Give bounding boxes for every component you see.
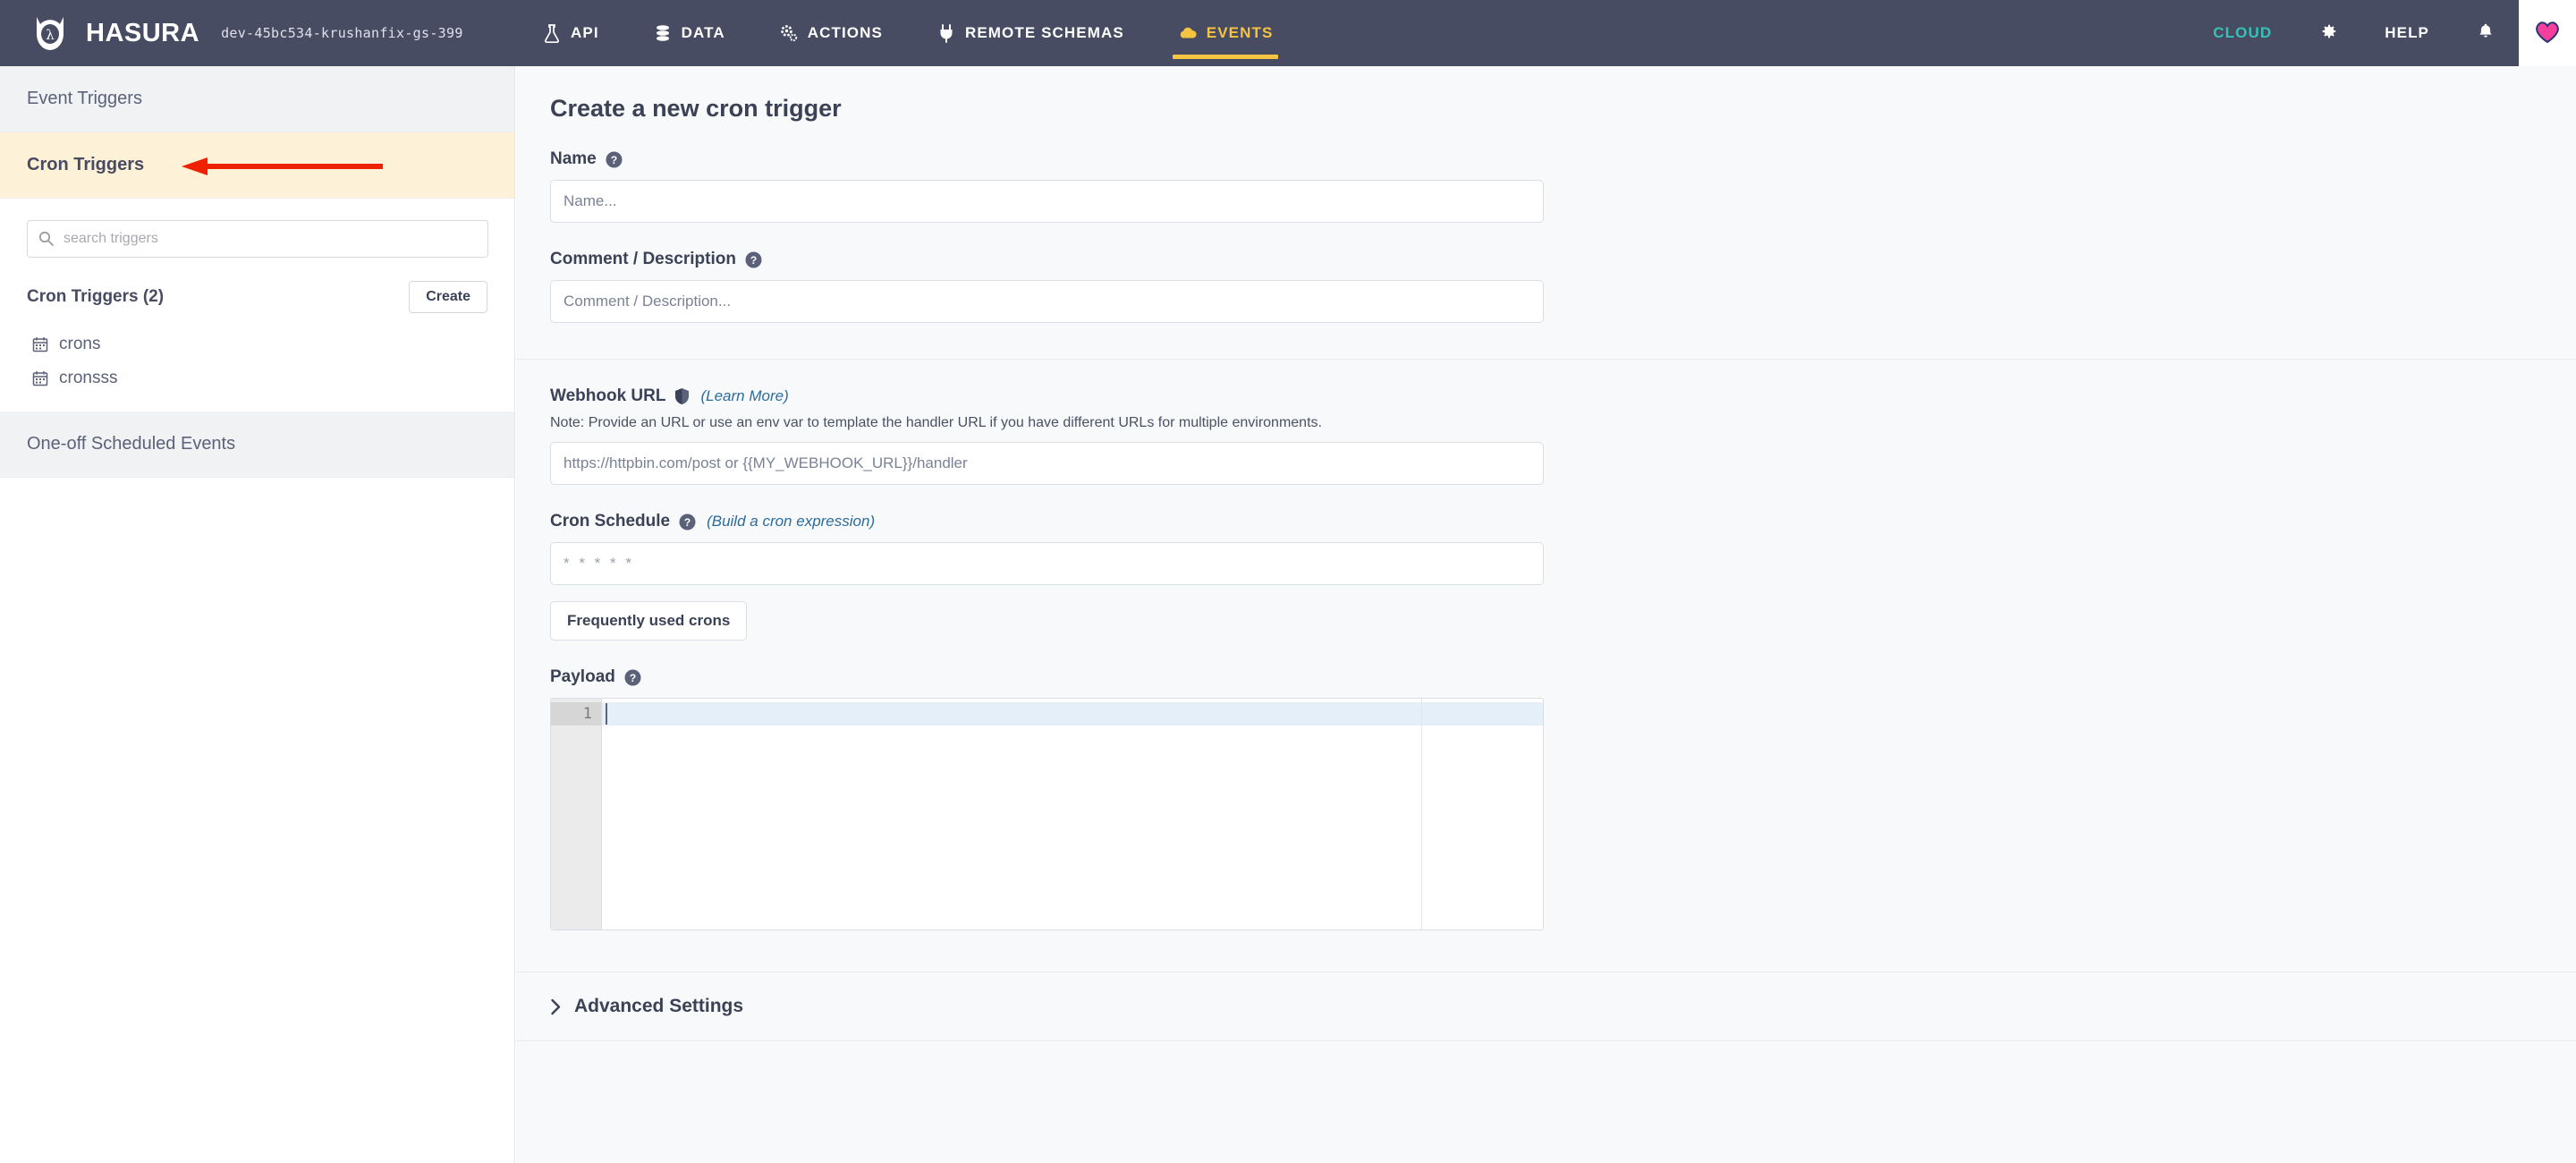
top-navigation-bar: λ HASURA dev-45bc534-krushanfix-gs-399 A… [0, 0, 2576, 66]
svg-text:?: ? [750, 254, 757, 267]
flask-icon [542, 23, 562, 44]
tab-remote-schemas[interactable]: REMOTE SCHEMAS [910, 0, 1151, 66]
payload-code-editor[interactable]: 1 [550, 698, 1544, 930]
tab-data-label: DATA [681, 24, 725, 41]
gears-icon [779, 23, 799, 43]
cron-trigger-form: Name ? Comment / Description ? [516, 123, 2576, 930]
tab-api[interactable]: API [515, 0, 626, 66]
editor-active-line [602, 702, 1543, 726]
right-nav-group: CLOUD HELP [2190, 0, 2576, 66]
bell-icon [2476, 21, 2496, 46]
name-label: Name [550, 149, 597, 168]
chevron-right-icon [550, 998, 562, 1015]
payload-field-group: Payload ? 1 [550, 641, 2576, 930]
svg-text:?: ? [630, 672, 636, 684]
hasura-logo-icon: λ [30, 13, 70, 53]
tab-remote-schemas-label: REMOTE SCHEMAS [964, 24, 1124, 41]
webhook-label: Webhook URL [550, 386, 666, 405]
events-sidebar: Event Triggers Cron Triggers Cron Trigge… [0, 66, 515, 1163]
calendar-icon [32, 336, 48, 352]
sidebar-item-one-off-scheduled-events[interactable]: One-off Scheduled Events [0, 412, 514, 478]
sidebar-item-event-triggers[interactable]: Event Triggers [0, 66, 514, 132]
cloud-link[interactable]: CLOUD [2190, 0, 2295, 66]
shield-icon[interactable] [674, 387, 690, 405]
cron-triggers-list: crons cronsss [27, 327, 487, 395]
calendar-icon [32, 370, 48, 386]
cron-schedule-label: Cron Schedule [550, 512, 671, 531]
heart-avatar-icon [2533, 18, 2562, 49]
question-circle-icon[interactable]: ? [606, 151, 623, 168]
webhook-note: Note: Provide an URL or use an env var t… [550, 415, 1322, 430]
search-triggers-input[interactable] [27, 220, 488, 258]
avatar[interactable] [2519, 0, 2576, 66]
svg-text:?: ? [611, 154, 617, 166]
name-input[interactable] [550, 180, 1544, 223]
search-triggers-wrap [27, 220, 488, 258]
plug-icon [936, 23, 956, 43]
list-item[interactable]: cronsss [27, 361, 487, 395]
tab-actions[interactable]: ACTIONS [752, 0, 910, 66]
advanced-settings-label: Advanced Settings [574, 996, 744, 1016]
editor-caret [606, 703, 607, 725]
cron-triggers-list-header: Cron Triggers (2) Create [27, 281, 487, 313]
settings-button[interactable] [2295, 0, 2361, 66]
question-circle-icon[interactable]: ? [624, 669, 641, 686]
tab-actions-label: ACTIONS [807, 24, 883, 41]
tab-data[interactable]: DATA [626, 0, 752, 66]
list-item[interactable]: crons [27, 327, 487, 361]
svg-text:λ: λ [46, 27, 55, 43]
comment-label-row: Comment / Description ? [550, 250, 2576, 269]
tab-api-label: API [571, 24, 599, 41]
help-link[interactable]: HELP [2361, 0, 2453, 66]
section-divider [516, 1040, 2576, 1041]
list-item-label: crons [59, 335, 101, 353]
question-circle-icon[interactable]: ? [745, 251, 762, 268]
webhook-learn-more-link[interactable]: (Learn More) [700, 387, 788, 405]
main-nav-tabs: API DATA ACTIONS REMOTE SCHEMAS EVENTS [515, 0, 2190, 66]
cron-schedule-field-group: Cron Schedule ? (Build a cron expression… [550, 485, 2576, 641]
cron-triggers-panel: Cron Triggers (2) Create [0, 199, 514, 412]
sidebar-item-cron-triggers-label: Cron Triggers [27, 155, 145, 174]
name-field-group: Name ? [550, 123, 2576, 223]
editor-print-margin [1421, 699, 1422, 930]
sidebar-item-event-triggers-label: Event Triggers [27, 89, 142, 108]
editor-gutter: 1 [551, 699, 602, 930]
svg-text:?: ? [684, 516, 691, 529]
brand-name: HASURA [86, 18, 200, 47]
editor-code-area[interactable] [602, 699, 1543, 930]
list-item-label: cronsss [59, 369, 118, 387]
name-label-row: Name ? [550, 149, 2576, 169]
create-button[interactable]: Create [409, 281, 487, 313]
notifications-button[interactable] [2453, 0, 2519, 66]
page-title: Create a new cron trigger [550, 95, 842, 122]
cron-schedule-label-row: Cron Schedule ? (Build a cron expression… [550, 512, 2576, 531]
comment-input[interactable] [550, 280, 1544, 323]
cron-triggers-count-label: Cron Triggers (2) [27, 287, 165, 306]
comment-label: Comment / Description [550, 250, 736, 268]
sidebar-item-one-off-scheduled-events-label: One-off Scheduled Events [27, 434, 236, 454]
advanced-settings-section: Advanced Settings [516, 972, 2576, 1041]
comment-field-group: Comment / Description ? [550, 223, 2576, 323]
payload-label-row: Payload ? [550, 667, 2576, 687]
sidebar-item-cron-triggers[interactable]: Cron Triggers [0, 132, 514, 199]
cloud-icon [1178, 23, 1198, 43]
gear-icon [2318, 21, 2338, 46]
question-circle-icon[interactable]: ? [679, 514, 696, 531]
main-content: Create a new cron trigger Name ? Comment… [516, 66, 2576, 1163]
webhook-label-row: Webhook URL (Learn More) [550, 386, 2576, 406]
webhook-url-input[interactable] [550, 442, 1544, 485]
database-icon [653, 23, 673, 43]
brand-area[interactable]: λ HASURA dev-45bc534-krushanfix-gs-399 [0, 0, 515, 66]
cron-schedule-input[interactable] [550, 542, 1544, 585]
frequently-used-crons-button[interactable]: Frequently used crons [550, 601, 748, 641]
project-id-label: dev-45bc534-krushanfix-gs-399 [221, 25, 463, 41]
tab-events-label: EVENTS [1206, 24, 1274, 41]
editor-line-number: 1 [551, 702, 601, 726]
advanced-settings-toggle[interactable]: Advanced Settings [516, 972, 2576, 1040]
tab-events[interactable]: EVENTS [1151, 0, 1301, 66]
payload-label: Payload [550, 667, 615, 686]
webhook-field-group: Webhook URL (Learn More) Note: Provide a… [550, 360, 2576, 485]
build-cron-expression-link[interactable]: (Build a cron expression) [707, 513, 875, 531]
